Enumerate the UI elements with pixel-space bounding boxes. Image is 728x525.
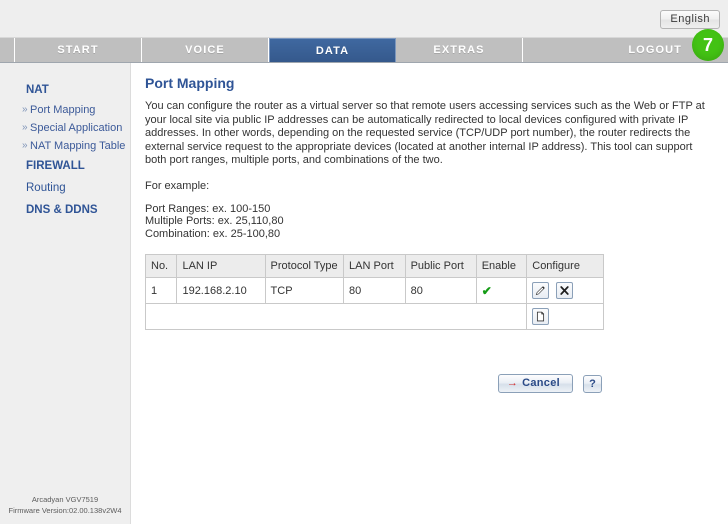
cancel-button[interactable]: → Cancel [497,374,573,393]
language-button[interactable]: English [660,10,720,29]
add-row-actions [526,303,604,330]
page-glyph [537,311,545,322]
sidebar: NAT » Port Mapping » Special Application… [0,63,131,524]
column-header-no: No. [144,254,178,278]
example-label: For example: [145,179,210,192]
cell-lan-port: 80 [343,277,406,304]
sidebar-item-port-mapping[interactable]: » Port Mapping [0,101,130,119]
main-content: Port Mapping You can configure the route… [131,63,728,524]
column-header-protocol: Protocol Type [264,254,345,278]
sidebar-group-nat: NAT » Port Mapping » Special Application… [0,79,130,155]
check-icon: ✔ [481,283,492,298]
tab-extras[interactable]: EXTRAS [396,38,523,62]
page-description: You can configure the router as a virtua… [145,100,705,166]
tab-data[interactable]: DATA [269,38,396,62]
sidebar-item-label: Special Application [30,122,123,134]
sidebar-item-special-application[interactable]: » Special Application [0,119,130,137]
help-button[interactable]: ? [583,374,602,393]
example-lines: Port Ranges: ex. 100-150 Multiple Ports:… [145,203,714,241]
cell-public-port: 80 [404,277,477,304]
cell-enable: ✔ [475,277,528,304]
pencil-glyph [536,286,545,296]
tab-voice[interactable]: VOICE [142,38,269,62]
top-header: English [0,0,728,38]
column-header-public-port: Public Port [404,254,477,278]
column-header-lan-port: LAN Port [343,254,406,278]
table-add-row [144,303,604,330]
add-row-spacer [144,303,528,330]
table-header-row: No. LAN IP Protocol Type LAN Port Public… [144,254,604,278]
chevron-right-icon: » [22,104,28,115]
footer-info: Arcadyan VGV7519 Firmware Version:02.00.… [0,494,130,516]
column-header-lan-ip: LAN IP [176,254,266,278]
cell-no: 1 [144,277,178,304]
nav-left-spacer [0,38,15,62]
device-model: Arcadyan VGV7519 [31,495,99,504]
add-page-icon[interactable] [532,308,550,325]
cell-configure [526,277,604,304]
column-header-configure: Configure [526,254,604,278]
step-badge: 7 [692,29,724,61]
sidebar-item-firewall[interactable]: FIREWALL [0,155,130,177]
cell-protocol: TCP [264,277,345,304]
button-row: → Cancel ? [145,374,604,393]
chevron-right-icon: » [22,122,28,133]
example-line-combination: Combination: ex. 25-100,80 [145,227,281,240]
example-line-multiple-ports: Multiple Ports: ex. 25,110,80 [145,215,284,227]
arrow-right-icon: → [506,377,519,389]
firmware-version: Firmware Version:02.00.138v2W4 [8,506,122,515]
tab-start[interactable]: START [15,38,142,62]
cancel-button-label: Cancel [522,377,560,389]
example-line-port-ranges: Port Ranges: ex. 100-150 [145,202,271,215]
sidebar-item-nat[interactable]: NAT [0,79,130,101]
cell-lan-ip: 192.168.2.10 [176,277,266,304]
chevron-right-icon: » [22,140,28,151]
main-nav-bar: START VOICE DATA EXTRAS LOGOUT 7 [0,29,728,63]
edit-pencil-icon[interactable] [532,282,550,299]
page-title: Port Mapping [145,75,235,91]
column-header-enable: Enable [475,254,528,278]
sidebar-item-nat-mapping-table[interactable]: » NAT Mapping Table [0,137,130,155]
sidebar-item-label: Port Mapping [30,104,96,116]
sidebar-item-dns-ddns[interactable]: DNS & DDNS [0,199,130,221]
port-mapping-table: No. LAN IP Protocol Type LAN Port Public… [144,254,604,330]
x-glyph [560,286,569,295]
sidebar-item-label: NAT Mapping Table [30,140,126,152]
delete-x-icon[interactable] [556,282,574,299]
page-layout: NAT » Port Mapping » Special Application… [0,63,728,524]
table-row: 1 192.168.2.10 TCP 80 80 ✔ [144,277,604,304]
sidebar-item-routing[interactable]: Routing [0,177,130,199]
